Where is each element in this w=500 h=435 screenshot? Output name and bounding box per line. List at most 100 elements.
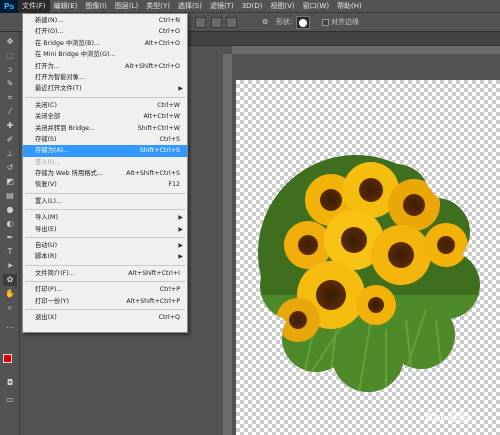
file-menu-item-label: 导出(E): [35, 225, 57, 233]
file-menu-item[interactable]: 置入(L)...: [23, 196, 187, 207]
menu-separator: [25, 264, 185, 266]
file-menu-item[interactable]: 脚本(R) ▶: [23, 251, 187, 262]
file-menu-item[interactable]: 导入(M) ▶: [23, 212, 187, 223]
watermark: Bai 经验: [424, 411, 470, 424]
path-arrange-icon[interactable]: [226, 17, 237, 28]
eyedropper-tool-icon[interactable]: ⁄: [3, 106, 17, 118]
quick-select-tool-icon[interactable]: ✎: [3, 78, 17, 90]
file-menu-item[interactable]: 恢复(V) F12: [23, 179, 187, 190]
menu-2[interactable]: 图像(I): [81, 0, 111, 13]
file-menu-item-shortcut: Alt+Ctrl+O: [144, 39, 180, 47]
file-menu-item[interactable]: 最近打开文件(T) ▶: [23, 83, 187, 94]
file-menu-item[interactable]: 打开为智能对象...: [23, 72, 187, 83]
menu-separator: [25, 209, 185, 211]
file-menu-item-label: 打开为...: [35, 62, 60, 70]
file-menu-item[interactable]: 打开(O)... Ctrl+O: [23, 26, 187, 37]
marquee-tool-icon[interactable]: ⬚: [3, 50, 17, 62]
pen-tool-icon[interactable]: ✒: [3, 232, 17, 244]
file-menu-item-label: 置入(L)...: [35, 197, 63, 205]
menu-bar: Ps 文件(F) 编辑(E) 图像(I) 图层(L) 类型(Y) 选择(S) 滤镜(T) 3D…: [0, 0, 500, 13]
zoom-tool-icon[interactable]: ⌕: [3, 302, 17, 314]
file-menu-item[interactable]: 文件简介(F)... Alt+Shift+Ctrl+I: [23, 268, 187, 279]
flower-shape-image: [258, 155, 480, 392]
shape-label: 形状:: [276, 18, 293, 26]
menu-separator: [25, 237, 185, 239]
screen-mode-icon[interactable]: ▭: [3, 394, 17, 406]
menu-separator: [25, 308, 185, 310]
file-menu-item[interactable]: 退出(X) Ctrl+Q: [23, 312, 187, 323]
file-menu-item[interactable]: 关闭全部 Alt+Ctrl+W: [23, 111, 187, 122]
file-menu-item-label: 存储(S): [35, 135, 57, 143]
file-menu-item-label: 存储为(A)...: [35, 147, 70, 155]
menu-5[interactable]: 选择(S): [174, 0, 206, 13]
dodge-tool-icon[interactable]: ◐: [3, 218, 17, 230]
history-brush-tool-icon[interactable]: ↺: [3, 162, 17, 174]
menu-10[interactable]: 帮助(H): [333, 0, 366, 13]
blur-tool-icon[interactable]: ●: [3, 204, 17, 216]
eraser-tool-icon[interactable]: ◩: [3, 176, 17, 188]
submenu-arrow-icon: ▶: [178, 242, 183, 250]
gear-icon[interactable]: ⚙: [262, 17, 268, 28]
path-select-tool-icon[interactable]: ➤: [3, 260, 17, 272]
crop-tool-icon[interactable]: ⌗: [3, 92, 17, 104]
gradient-tool-icon[interactable]: ▤: [3, 190, 17, 202]
brush-tool-icon[interactable]: ✐: [3, 134, 17, 146]
file-menu-item[interactable]: 导出(E) ▶: [23, 224, 187, 235]
file-menu-item-label: 打开(O)...: [35, 28, 64, 36]
path-ops-icon[interactable]: [195, 17, 206, 28]
file-menu-item-label: 关闭并转到 Bridge...: [35, 124, 96, 132]
canvas[interactable]: [236, 80, 500, 435]
submenu-arrow-icon: ▶: [178, 214, 183, 222]
file-menu-item-shortcut: Alt+Ctrl+W: [143, 113, 180, 121]
file-menu-item-label: 文件简介(F)...: [35, 269, 75, 277]
file-menu-item-shortcut: Alt+Shift+Ctrl+P: [126, 297, 180, 305]
horizontal-ruler: [232, 46, 500, 54]
menu-9[interactable]: 窗口(W): [299, 0, 333, 13]
type-tool-icon[interactable]: T: [3, 246, 17, 258]
custom-shape-tool-icon[interactable]: ✿: [3, 274, 17, 286]
menu-8[interactable]: 视图(V): [266, 0, 298, 13]
photoshop-window: Ps 文件(F) 编辑(E) 图像(I) 图层(L) 类型(Y) 选择(S) 滤镜(T) 3D…: [0, 0, 500, 435]
file-menu-item[interactable]: 存储(S) Ctrl+S: [23, 134, 187, 145]
file-menu-item[interactable]: 关闭并转到 Bridge... Shift+Ctrl+W: [23, 123, 187, 134]
file-menu-item[interactable]: 打印(P)... Ctrl+P: [23, 284, 187, 295]
file-menu-item-label: 新建(N)...: [35, 17, 64, 24]
shape-picker[interactable]: [296, 16, 310, 29]
file-menu-item-shortcut: Ctrl+N: [158, 17, 180, 24]
file-menu-item[interactable]: 在 Mini Bridge 中浏览(G)...: [23, 49, 187, 60]
more-tools-icon[interactable]: ⋯: [3, 322, 17, 334]
file-menu-item[interactable]: 关闭(C) Ctrl+W: [23, 100, 187, 111]
file-menu-dropdown: 新建(N)... Ctrl+N 打开(O)... Ctrl+O 在 Bridge 中浏览…: [22, 13, 188, 333]
file-menu-item-shortcut: Ctrl+P: [159, 286, 180, 294]
submenu-arrow-icon: ▶: [178, 253, 183, 261]
file-menu-item-shortcut: Alt+Shift+Ctrl+S: [126, 170, 180, 178]
align-edges-label: 对齐边缘: [331, 18, 359, 26]
photoshop-logo: Ps: [0, 0, 18, 13]
file-menu-item-label: 打开为智能对象...: [35, 73, 86, 81]
menu-6[interactable]: 滤镜(T): [206, 0, 238, 13]
clone-stamp-tool-icon[interactable]: ⊥: [3, 148, 17, 160]
menu-4[interactable]: 类型(Y): [142, 0, 174, 13]
lasso-tool-icon[interactable]: ↄ: [3, 64, 17, 76]
menu-7[interactable]: 3D(D): [238, 0, 267, 13]
file-menu-item[interactable]: 在 Bridge 中浏览(B)... Alt+Ctrl+O: [23, 38, 187, 49]
quick-mask-icon[interactable]: ◘: [3, 377, 17, 389]
healing-brush-tool-icon[interactable]: ✚: [3, 120, 17, 132]
move-tool-icon[interactable]: ✥: [3, 36, 17, 48]
file-menu-item[interactable]: 存储为 Web 所用格式... Alt+Shift+Ctrl+S: [23, 168, 187, 179]
file-menu-item[interactable]: 新建(N)... Ctrl+N: [23, 15, 187, 26]
file-menu-item[interactable]: 打印一份(Y) Alt+Shift+Ctrl+P: [23, 296, 187, 307]
file-menu-item-label: 打印(P)...: [35, 286, 63, 294]
file-menu-item[interactable]: 自动(U) ▶: [23, 240, 187, 251]
foreground-color-swatch[interactable]: [3, 354, 12, 363]
file-menu-item[interactable]: 打开为... Alt+Shift+Ctrl+O: [23, 61, 187, 72]
hand-tool-icon[interactable]: ✋: [3, 288, 17, 300]
menu-3[interactable]: 图层(L): [111, 0, 142, 13]
menu-1[interactable]: 编辑(E): [50, 0, 82, 13]
path-align-icon[interactable]: [211, 17, 222, 28]
file-menu-item[interactable]: 存储为(A)... Shift+Ctrl+S: [23, 145, 187, 157]
menu-separator: [25, 192, 185, 194]
align-edges-checkbox[interactable]: 对齐边缘: [322, 17, 359, 28]
menu-0[interactable]: 文件(F): [18, 0, 50, 13]
file-menu-item-label: 在 Bridge 中浏览(B)...: [35, 39, 100, 47]
